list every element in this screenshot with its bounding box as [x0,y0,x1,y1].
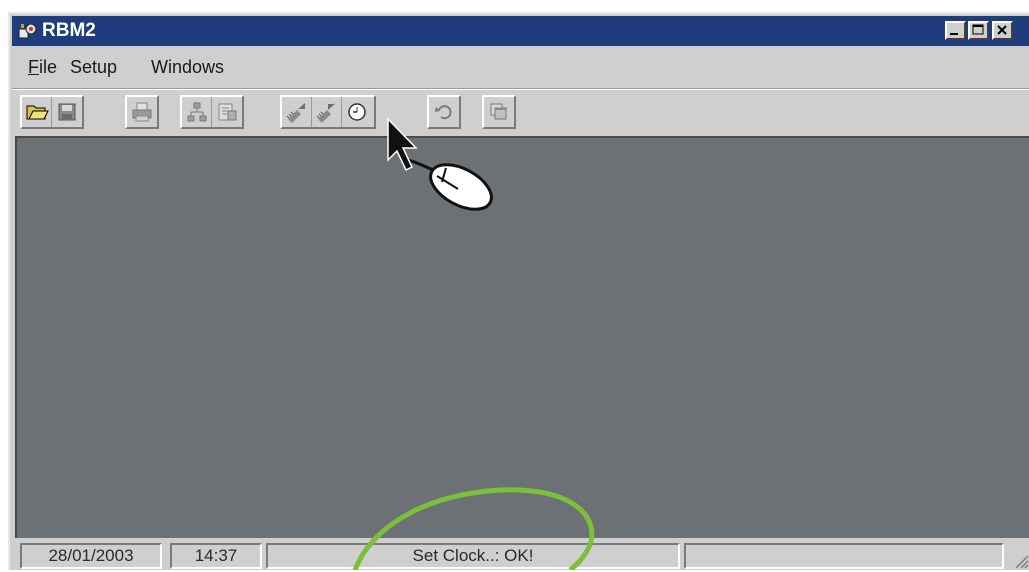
upload-button[interactable] [282,97,312,127]
toolbar-group-undo [427,95,461,129]
minimize-button[interactable] [945,21,966,40]
status-bar: 28/01/2003 14:37 Set Clock..: OK! [12,541,1029,572]
network-icon [187,102,206,122]
clock-icon [348,103,366,121]
save-icon [58,103,76,121]
cascade-button[interactable] [484,97,514,127]
save-button[interactable] [52,97,82,127]
title-bar[interactable]: RBM2 [12,16,1029,46]
open-button[interactable] [22,97,52,127]
undo-button[interactable] [429,97,459,127]
download-button[interactable] [312,97,342,127]
toolbar-group-device [280,95,376,129]
toolbar-group-network [180,95,244,129]
app-icon [18,23,37,39]
menu-windows[interactable]: Windows [151,57,224,78]
menu-file[interactable]: File [28,57,57,78]
toolbar-group-window [482,95,516,129]
print-icon [132,102,152,122]
close-icon [997,25,1007,35]
undo-icon [435,105,452,120]
status-time: 14:37 [170,543,262,569]
window-title: RBM2 [42,20,96,41]
minimize-icon [950,33,958,35]
network-button[interactable] [182,97,212,127]
toolbar-group-file [20,95,84,129]
menu-bar: File Setup Windows [12,48,1029,89]
maximize-icon [972,24,984,35]
size-grip-icon[interactable] [1013,553,1029,569]
cascade-windows-icon [490,103,507,120]
close-button[interactable] [992,21,1013,40]
mdi-client-area[interactable] [15,136,1029,538]
app-window: RBM2 File Setup Windows 28/01/2003 14:37… [8,12,1029,570]
upload-chip-icon [286,103,305,123]
print-button[interactable] [127,97,157,127]
menu-file-mnemonic: F [28,57,39,77]
toolbar-group-print [125,95,159,129]
menu-file-label: ile [39,57,58,77]
status-date: 28/01/2003 [20,543,162,569]
status-message: Set Clock..: OK! [266,543,680,569]
maximize-button[interactable] [968,21,989,40]
toolbar [12,89,1029,134]
menu-setup[interactable]: Setup [70,57,117,78]
properties-button[interactable] [212,97,242,127]
status-extra [684,543,1004,569]
properties-icon [218,103,237,121]
open-folder-icon [26,105,49,120]
set-clock-button[interactable] [342,97,372,127]
download-chip-icon [316,103,336,123]
